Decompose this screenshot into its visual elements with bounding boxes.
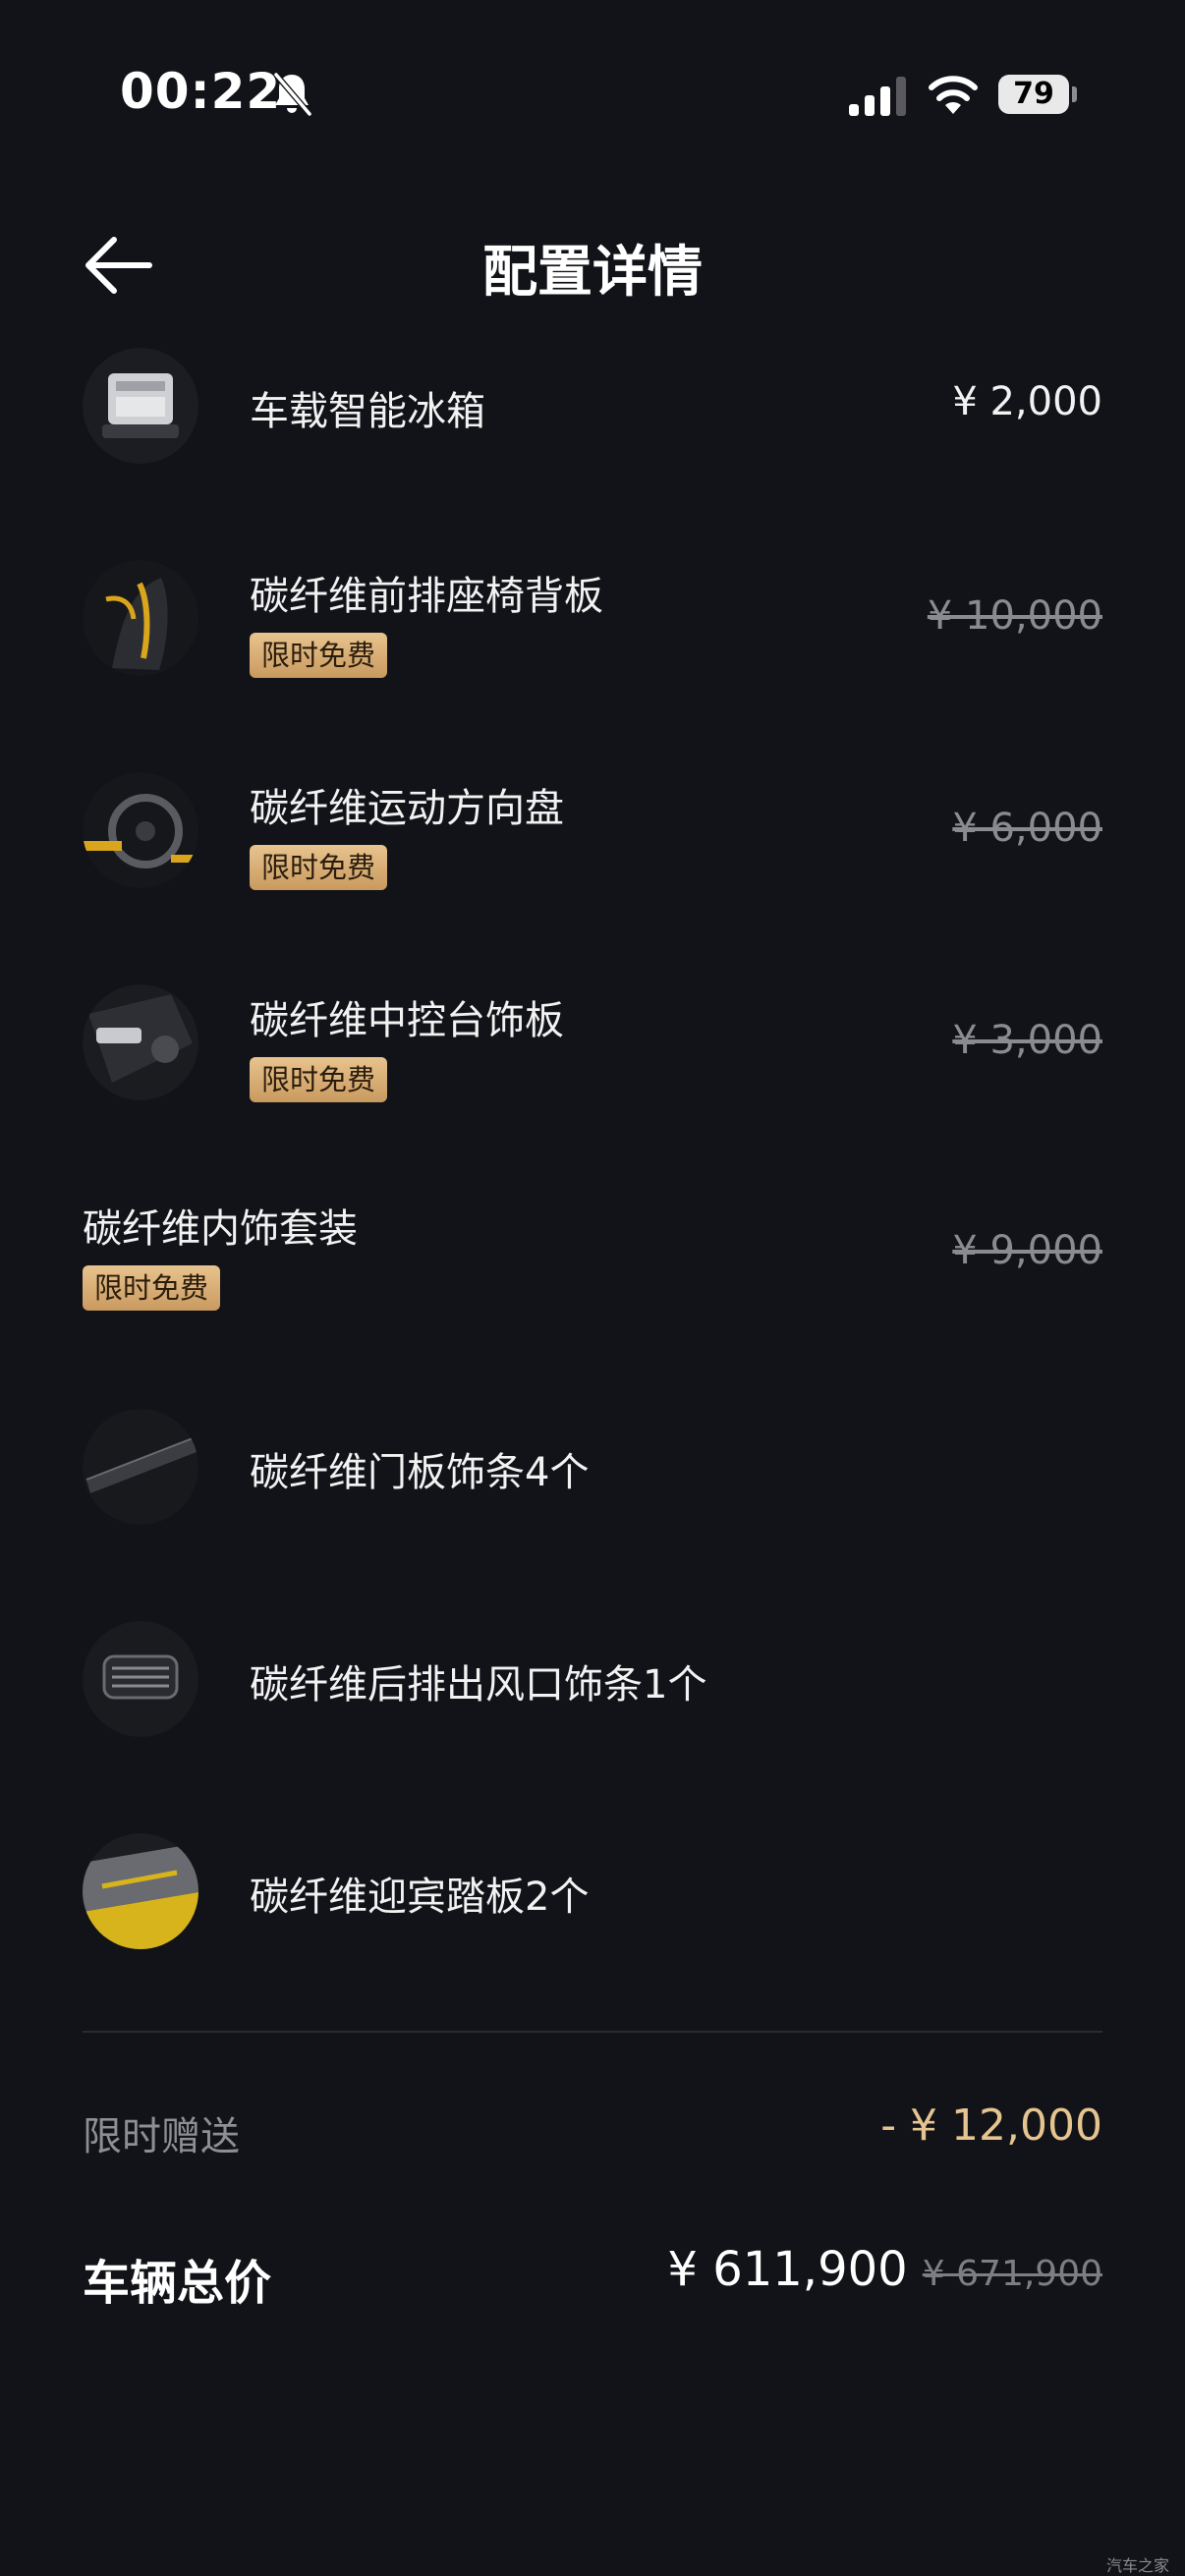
config-item: 车载智能冰箱 ¥ 2,000 — [83, 346, 1102, 493]
config-item: 碳纤维后排出风口饰条1个 — [83, 1619, 1102, 1766]
fridge-thumbnail — [83, 348, 198, 464]
item-price-original: ¥ 6,000 — [952, 806, 1102, 851]
sill-plate-thumbnail — [83, 1833, 198, 1949]
item-name: 碳纤维运动方向盘 — [250, 786, 564, 831]
seat-back-thumbnail — [83, 560, 198, 676]
signal-icon — [849, 77, 906, 116]
item-name: 碳纤维内饰套装 — [83, 1206, 358, 1252]
rear-vent-thumbnail — [83, 1621, 198, 1737]
item-name: 车载智能冰箱 — [250, 389, 485, 434]
config-item: 碳纤维迎宾踏板2个 — [83, 1831, 1102, 1979]
total-label: 车辆总价 — [83, 2256, 272, 2311]
config-item: 碳纤维前排座椅背板 限时免费 ¥ 10,000 — [83, 558, 1102, 705]
gift-label: 限时赠送 — [83, 2114, 240, 2159]
config-item: 碳纤维中控台饰板 限时免费 ¥ 3,000 — [83, 982, 1102, 1130]
total-price-group: ¥ 611,900 ¥ 671,900 — [667, 2242, 1102, 2297]
config-item: 碳纤维运动方向盘 限时免费 ¥ 6,000 — [83, 770, 1102, 918]
item-price-original: ¥ 3,000 — [952, 1018, 1102, 1063]
divider — [83, 2031, 1102, 2033]
battery-icon: 79 — [998, 75, 1077, 114]
steering-wheel-thumbnail — [83, 772, 198, 888]
item-price-original: ¥ 9,000 — [952, 1228, 1102, 1273]
config-item: 碳纤维内饰套装 限时免费 ¥ 9,000 — [83, 1197, 1102, 1344]
status-bar: 00:22 79 — [0, 0, 1185, 196]
item-name: 碳纤维后排出风口饰条1个 — [250, 1662, 707, 1708]
item-name: 碳纤维中控台饰板 — [250, 998, 564, 1043]
status-time: 00:22 — [120, 63, 282, 120]
item-price-original: ¥ 10,000 — [927, 593, 1102, 639]
item-name: 碳纤维迎宾踏板2个 — [250, 1875, 590, 1920]
limited-free-badge: 限时免费 — [250, 633, 388, 678]
page-title: 配置详情 — [482, 241, 703, 305]
config-item: 碳纤维门板饰条4个 — [83, 1407, 1102, 1554]
item-price: ¥ 2,000 — [952, 379, 1102, 424]
limited-free-badge: 限时免费 — [250, 845, 388, 890]
total-original-price: ¥ 671,900 — [922, 2254, 1102, 2294]
gift-value: - ¥ 12,000 — [880, 2100, 1102, 2151]
console-trim-thumbnail — [83, 984, 198, 1100]
bell-slash-icon — [273, 73, 312, 116]
item-name: 碳纤维前排座椅背板 — [250, 574, 603, 619]
wifi-icon — [929, 76, 978, 114]
door-trim-thumbnail — [83, 1409, 198, 1525]
watermark: 汽车之家 — [1105, 2556, 1169, 2575]
limited-free-badge: 限时免费 — [83, 1265, 221, 1311]
limited-free-badge: 限时免费 — [250, 1057, 388, 1102]
item-name: 碳纤维门板饰条4个 — [250, 1450, 590, 1495]
total-price: ¥ 611,900 — [667, 2242, 908, 2297]
battery-level: 79 — [998, 75, 1069, 114]
